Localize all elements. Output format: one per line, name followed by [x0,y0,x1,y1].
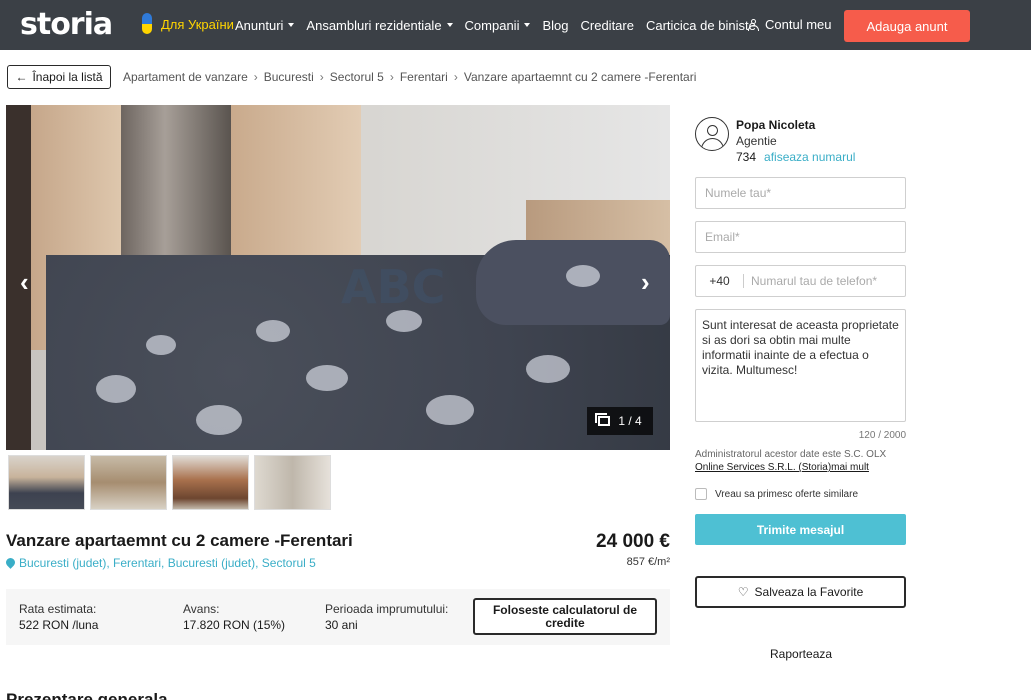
account-link[interactable]: Contul meu [748,17,831,32]
phone-prefix: +40 [696,274,744,288]
email-field[interactable]: Email* [695,221,906,253]
breadcrumb: Apartament de vanzare › Bucuresti › Sect… [123,70,696,84]
breadcrumb-current: Vanzare apartaemnt cu 2 camere -Ferentar… [463,70,697,84]
rate-column: Rata estimata: 522 RON /luna [19,601,98,633]
thumbnail[interactable] [8,455,85,510]
send-message-button[interactable]: Trimite mesajul [695,514,906,545]
user-icon [748,18,759,31]
save-favorite-button[interactable]: ♡ Salveaza la Favorite [695,576,906,608]
chevron-right-icon[interactable]: › [641,267,650,298]
advance-value: 17.820 RON (15%) [183,618,286,632]
thumbnail[interactable] [172,455,249,510]
breadcrumb-item[interactable]: Sectorul 5 [330,70,384,84]
similar-offers-checkbox[interactable] [695,488,707,500]
listing-title: Vanzare apartaemnt cu 2 camere -Ferentar… [6,531,353,550]
ukraine-hand-icon [139,13,155,35]
caret-down-icon [288,23,295,27]
heart-icon: ♡ [737,585,749,599]
back-to-list-button[interactable]: ← Înapoi la listă [7,65,111,89]
chevron-right-icon: › [319,70,324,84]
chevron-right-icon: › [453,70,458,84]
phone-placeholder: Numarul tau de telefon* [751,274,878,288]
similar-offers-label: Vreau sa primesc oferte similare [715,488,859,500]
nav-label: Companii [464,17,520,33]
admin-link[interactable]: Online Services S.R.L. (Storia)mai mult [695,461,925,474]
caret-down-icon [524,23,531,27]
counter-text: 1 / 4 [618,414,642,428]
nav-label: Ansambluri rezidentiale [306,17,442,33]
nav-label: Creditare [580,17,634,33]
phone-field[interactable]: +40 Numarul tau de telefon* [695,265,906,297]
ukraine-support-link[interactable]: Для України [139,13,234,35]
report-link[interactable]: Raporteaza [770,647,832,661]
nav-label: Blog [542,17,569,33]
nav-label: Carticica de biniste [645,17,756,33]
period-label: Perioada imprumutului: [325,602,449,616]
agent-avatar [695,117,729,151]
chevron-right-icon: › [389,70,394,84]
period-column: Perioada imprumutului: 30 ani [325,601,448,633]
chevron-left-icon[interactable]: ‹ [20,267,29,298]
agent-name: Popa Nicoleta [736,118,816,132]
thumbnail-strip [8,455,331,510]
credit-estimate-box: Rata estimata: 522 RON /luna Avans: 17.8… [6,589,670,645]
advance-label: Avans: [183,602,220,616]
section-heading: Prezentare generala [6,690,168,700]
location-text[interactable]: Bucuresti (judet), Ferentari, Bucuresti … [19,556,316,570]
breadcrumb-item[interactable]: Ferentari [400,70,448,84]
thumbnail[interactable] [254,455,331,510]
agent-phone: 734 afiseaza numarul [736,150,855,164]
photo-counter[interactable]: 1 / 4 [587,407,653,435]
ukraine-label: Для України [161,16,234,32]
chevron-right-icon: › [253,70,258,84]
nav-ansambluri[interactable]: Ansambluri rezidentiale [306,17,453,33]
caret-down-icon [446,23,453,27]
advance-column: Avans: 17.820 RON (15%) [183,601,285,633]
show-number-link[interactable]: afiseaza numarul [764,150,855,164]
back-label: Înapoi la listă [32,70,103,84]
account-label: Contul meu [765,17,832,32]
thumbnail[interactable] [90,455,167,510]
listing-location: Bucuresti (judet), Ferentari, Bucuresti … [6,556,316,570]
map-pin-icon [6,558,15,569]
nav-creditare[interactable]: Creditare [581,18,634,33]
listing-price: 24 000 € [596,531,670,552]
main-photo[interactable]: ABC ‹ › 1 / 4 [6,105,670,450]
main-nav: Anunturi Ansambluri rezidentiale Compani… [235,0,768,50]
credit-calculator-button[interactable]: Foloseste calculatorul de credite [473,598,657,635]
watermark-logo: ABC [341,260,446,314]
favorite-label: Salveaza la Favorite [754,585,864,599]
message-textarea[interactable]: Sunt interesat de aceasta proprietate si… [695,309,906,422]
nav-carticica[interactable]: Carticica de biniste [646,18,756,33]
phone-partial: 734 [736,150,757,164]
price-per-sqm: 857 €/m² [626,556,670,568]
nav-anunturi[interactable]: Anunturi [235,17,295,33]
gallery-icon [595,413,611,426]
breadcrumb-item[interactable]: Apartament de vanzare [123,70,248,84]
period-value: 30 ani [325,618,358,632]
rate-label: Rata estimata: [19,602,97,616]
admin-text: Administratorul acestor date este S.C. O… [695,449,887,460]
nav-blog[interactable]: Blog [542,18,568,33]
nav-companii[interactable]: Companii [465,18,531,33]
name-field[interactable]: Numele tau* [695,177,906,209]
arrow-left-icon: ← [15,70,28,84]
storia-logo[interactable]: storia [20,7,113,42]
data-admin-notice: Administratorul acestor date este S.C. O… [695,448,925,474]
char-counter: 120 / 2000 [858,430,906,441]
logo-text: storia [20,7,113,42]
similar-offers-option[interactable]: Vreau sa primesc oferte similare [695,488,858,500]
agent-role: Agentie [736,134,777,148]
add-listing-button[interactable]: Adauga anunt [844,10,970,42]
nav-label: Anunturi [235,17,284,33]
rate-value: 522 RON /luna [19,618,99,632]
top-navigation-bar: storia Для України Anunturi Ansambluri r… [0,0,1031,50]
breadcrumb-item[interactable]: Bucuresti [264,70,314,84]
